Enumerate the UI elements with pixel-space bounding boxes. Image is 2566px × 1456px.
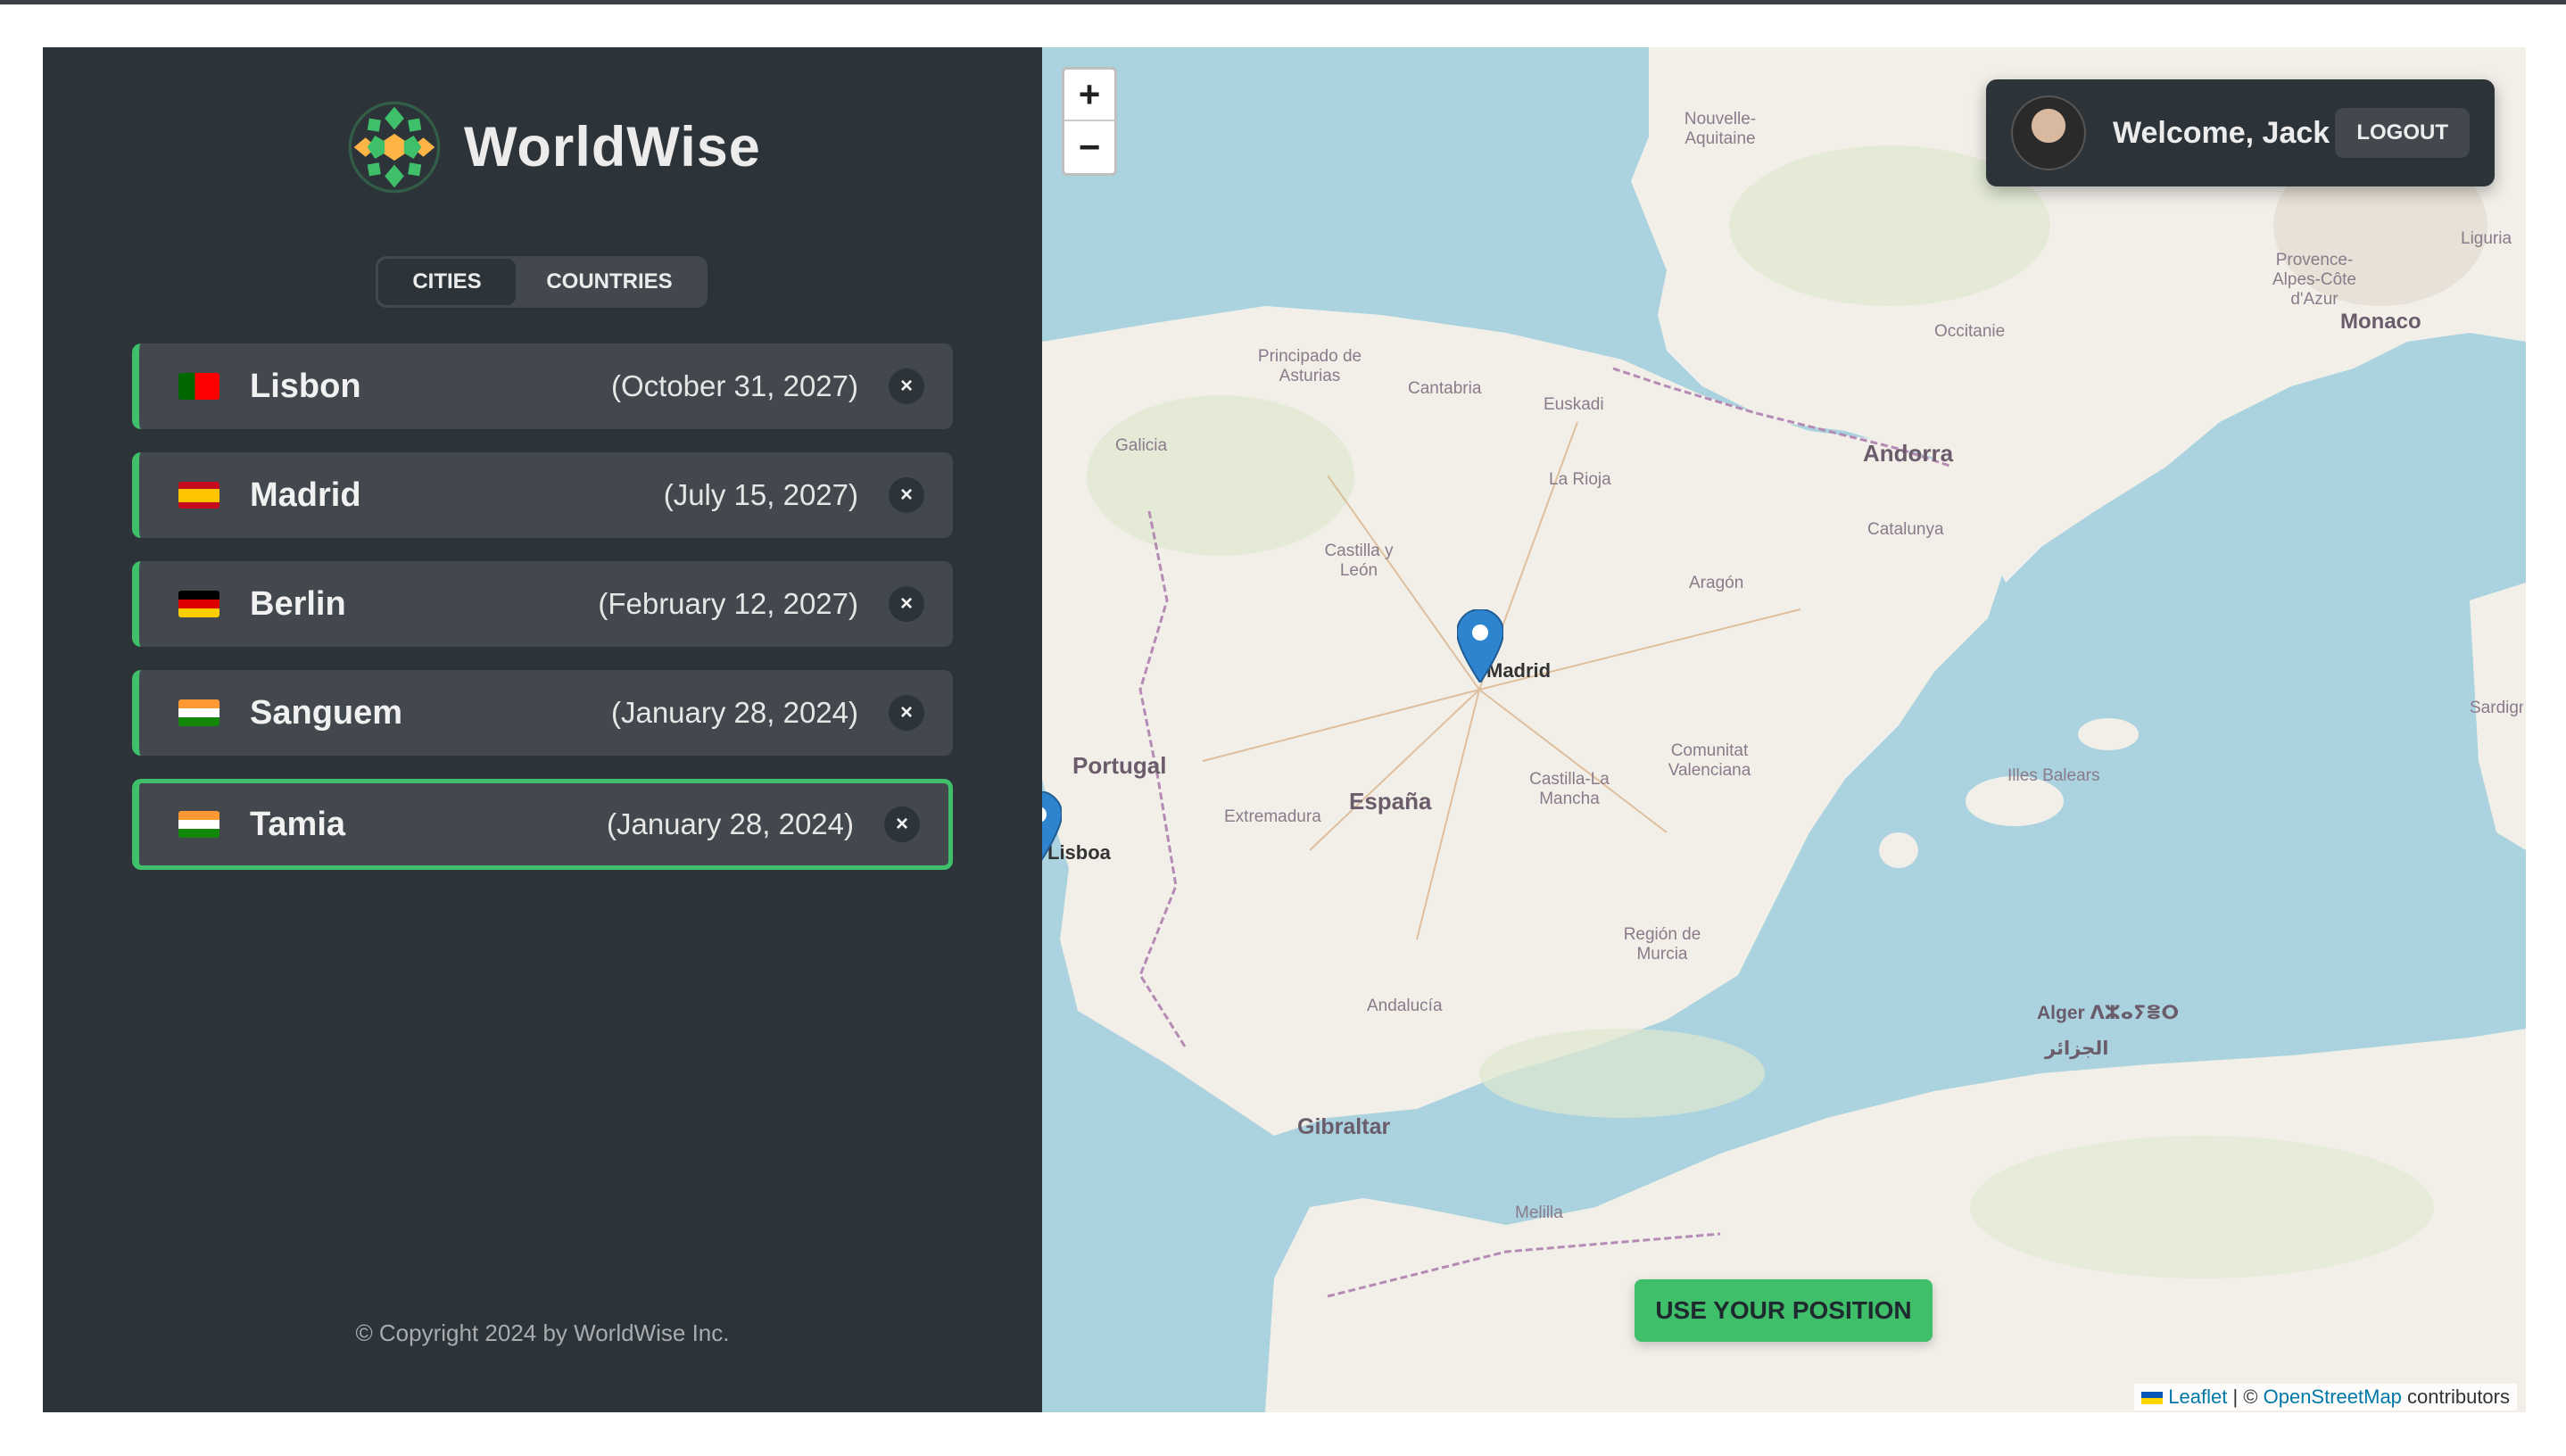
india-flag-icon <box>178 699 219 726</box>
city-item-madrid[interactable]: Madrid (July 15, 2027) × <box>132 452 953 538</box>
map-label-espana: España <box>1349 788 1432 815</box>
use-position-button[interactable]: Use your position <box>1635 1279 1933 1342</box>
map-label-asturias: Principado de Asturias <box>1257 347 1362 385</box>
map-label-castilla-leon: Castilla y León <box>1324 542 1394 580</box>
india-flag-icon <box>178 811 219 838</box>
zoom-out-button[interactable]: − <box>1064 121 1114 173</box>
map-label-provence: Provence-Alpes-Côte d'Azur <box>2272 251 2356 309</box>
map-label-aragon: Aragón <box>1689 574 1744 592</box>
sidebar: WorldWise Cities Countries Lisbon (Octob… <box>43 47 1042 1412</box>
globe-logo-icon <box>348 101 441 194</box>
delete-city-button[interactable]: × <box>889 368 924 404</box>
app-layout: WorldWise Cities Countries Lisbon (Octob… <box>43 47 2526 1412</box>
avatar <box>2011 95 2086 170</box>
map-label-cantabria: Cantabria <box>1408 379 1482 398</box>
zoom-in-button[interactable]: + <box>1064 70 1114 121</box>
portugal-flag-icon <box>178 373 219 400</box>
city-name: Tamia <box>250 805 346 843</box>
city-date: (January 28, 2024) <box>606 807 854 840</box>
map-label-nouvelle-aquitaine: Nouvelle-Aquitaine <box>1684 110 1757 148</box>
map-label-valenciana: Comunitat Valenciana <box>1668 741 1751 780</box>
city-name: Berlin <box>250 584 346 623</box>
city-name: Lisbon <box>250 367 361 405</box>
logout-button[interactable]: Logout <box>2335 108 2470 158</box>
city-item-lisbon[interactable]: Lisbon (October 31, 2027) × <box>132 343 953 429</box>
map-marker-lisbon[interactable] <box>1042 791 1062 864</box>
map-label-melilla: Melilla <box>1515 1204 1563 1222</box>
map-attribution: Leaflet | © OpenStreetMap contributors <box>2134 1384 2517 1410</box>
map-label-portugal: Portugal <box>1072 752 1167 779</box>
map-label-extremadura: Extremadura <box>1224 807 1321 826</box>
map-label-castilla-mancha: Castilla-La Mancha <box>1529 770 1610 808</box>
city-item-berlin[interactable]: Berlin (February 12, 2027) × <box>132 561 953 647</box>
delete-city-button[interactable]: × <box>884 807 920 842</box>
map-label-gibraltar: Gibraltar <box>1297 1114 1391 1139</box>
city-date: (January 28, 2024) <box>610 696 858 729</box>
window-top-border <box>0 0 2566 4</box>
map-label-andorra: Andorra <box>1863 440 1954 467</box>
city-list: Lisbon (October 31, 2027) × Madrid (July… <box>132 343 953 893</box>
ukraine-flag-icon <box>2141 1392 2164 1405</box>
map-label-alger-ar: الجزائر <box>2045 1038 2109 1059</box>
map-label-la-rioja: La Rioja <box>1549 470 1611 489</box>
map-label-sardegna: Sardigna / Sardegna <box>2470 699 2523 717</box>
view-tabs: Cities Countries <box>376 256 708 308</box>
spain-flag-icon <box>178 482 219 509</box>
city-item-tamia[interactable]: Tamia (January 28, 2024) × <box>132 779 953 870</box>
tab-countries[interactable]: Countries <box>516 259 703 305</box>
attribution-separator: | © <box>2232 1386 2258 1408</box>
user-panel: Welcome, Jack Logout <box>1986 79 2495 186</box>
map-marker-madrid[interactable] <box>1457 609 1503 682</box>
map-label-monaco: Monaco <box>2340 310 2421 334</box>
map-label-illes-balears: Illes Balears <box>2007 766 2100 785</box>
app-name: WorldWise <box>464 116 761 178</box>
welcome-text: Welcome, Jack <box>2113 115 2330 150</box>
delete-city-button[interactable]: × <box>889 695 924 731</box>
openstreetmap-link[interactable]: OpenStreetMap <box>2264 1386 2402 1408</box>
city-name: Madrid <box>250 476 361 514</box>
logo[interactable]: WorldWise <box>346 99 761 195</box>
map-label-andalucia: Andalucía <box>1367 997 1443 1015</box>
city-item-sanguem[interactable]: Sanguem (January 28, 2024) × <box>132 670 953 756</box>
map-label-liguria: Liguria <box>2461 229 2512 248</box>
copyright: © Copyright 2024 by WorldWise Inc. <box>355 1320 730 1346</box>
map-label-alger: Alger ⴷⵣⴰⵢⴻⵔ <box>2037 1003 2180 1023</box>
delete-city-button[interactable]: × <box>889 477 924 513</box>
map[interactable]: Madrid Lisboa Portugal España Andorra Mo… <box>1042 47 2526 1412</box>
delete-city-button[interactable]: × <box>889 586 924 622</box>
city-name: Sanguem <box>250 693 403 732</box>
city-date: (February 12, 2027) <box>598 587 858 620</box>
map-label-catalunya: Catalunya <box>1867 520 1944 539</box>
map-label-murcia: Región de Murcia <box>1623 925 1701 964</box>
city-date: (October 31, 2027) <box>611 369 858 402</box>
city-date: (July 15, 2027) <box>663 478 858 511</box>
zoom-control: + − <box>1062 67 1117 176</box>
leaflet-link[interactable]: Leaflet <box>2168 1386 2227 1408</box>
map-label-euskadi: Euskadi <box>1544 395 1604 414</box>
tab-cities[interactable]: Cities <box>378 259 516 305</box>
map-label-occitanie: Occitanie <box>1934 322 2006 341</box>
map-label-galicia: Galicia <box>1115 436 1168 455</box>
attribution-contributors: contributors <box>2407 1386 2510 1408</box>
germany-flag-icon <box>178 591 219 617</box>
